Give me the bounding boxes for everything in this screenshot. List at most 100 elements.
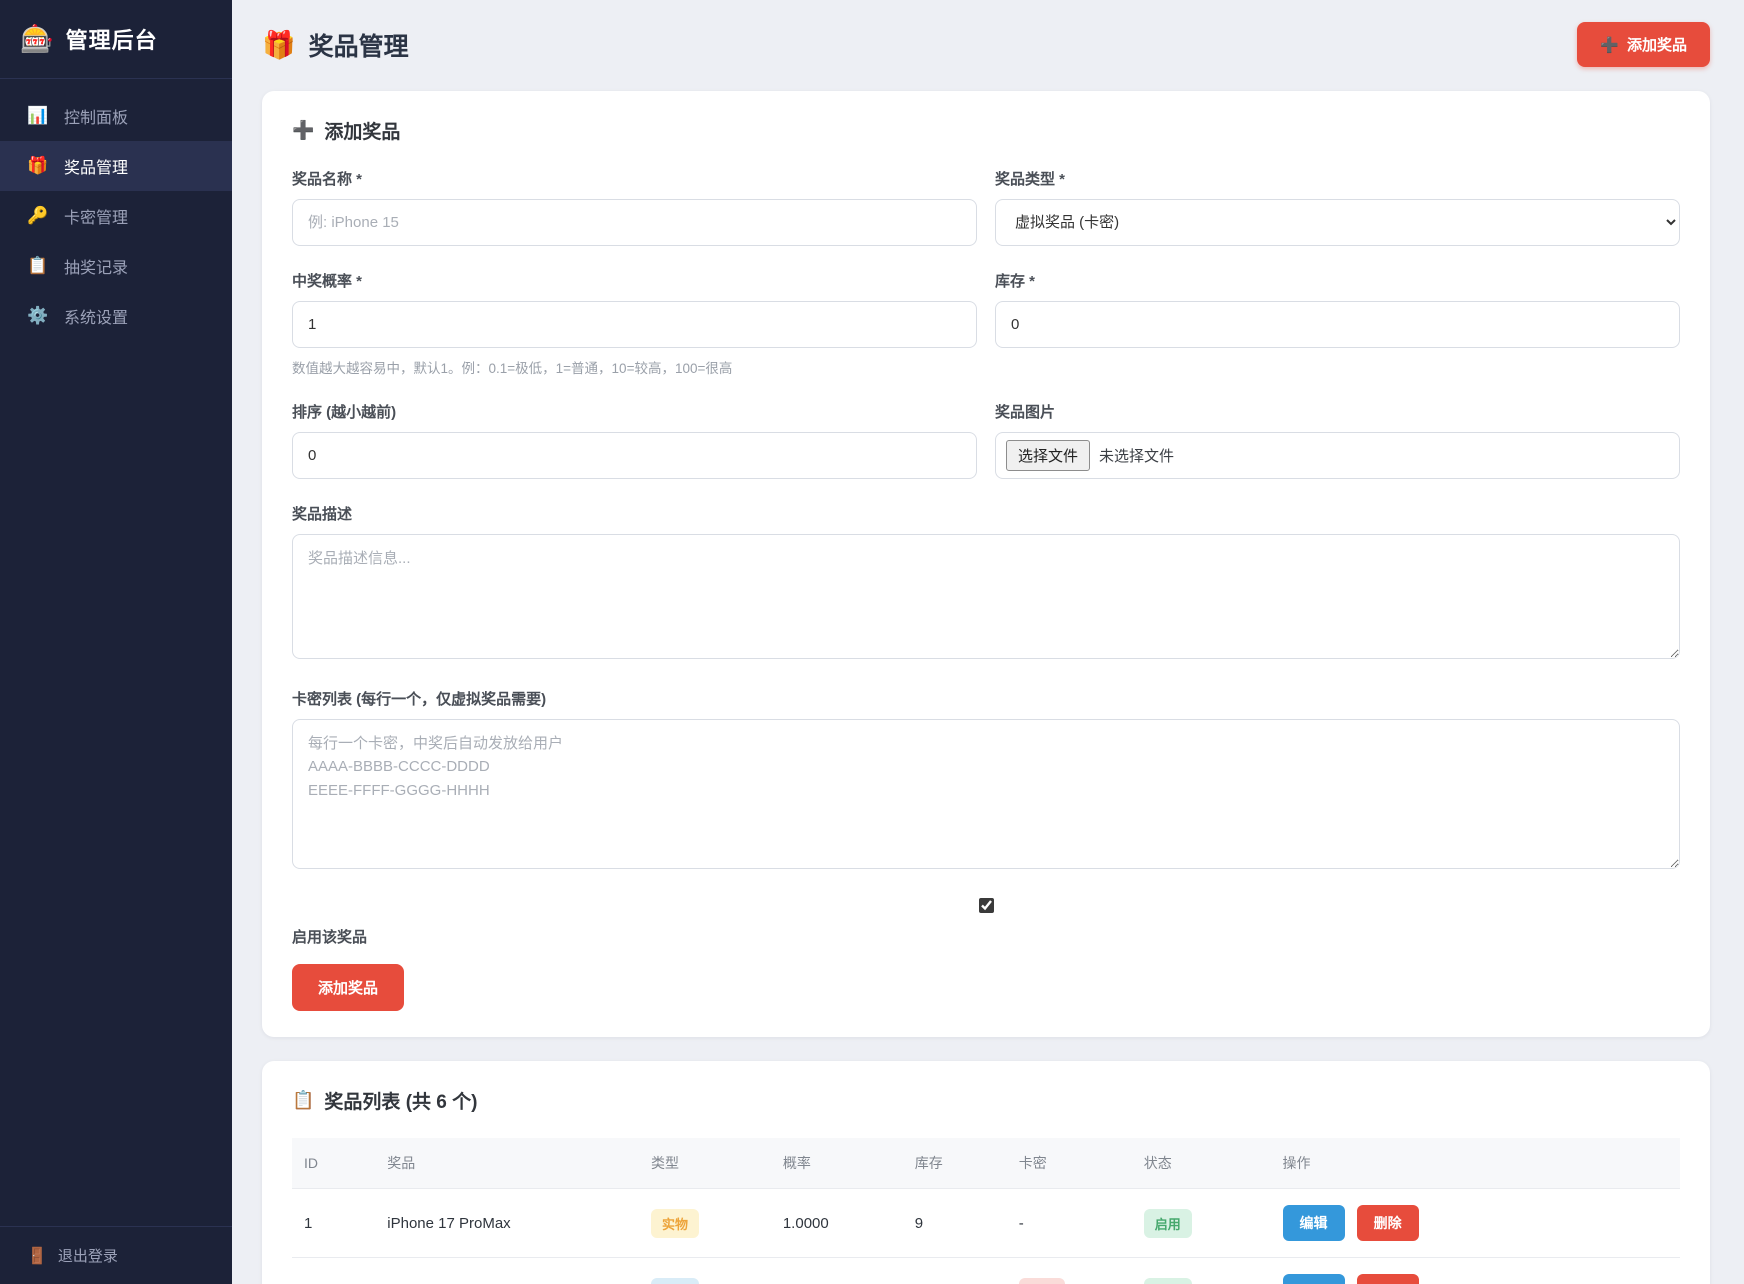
sidebar-item-settings[interactable]: ⚙️ 系统设置 (0, 291, 232, 341)
status-badge: 启用 (1144, 1209, 1192, 1238)
sidebar-item-records[interactable]: 📋 抽奖记录 (0, 241, 232, 291)
card-list-label: 卡密列表 (每行一个，仅虚拟奖品需要) (292, 688, 1680, 709)
plus-icon: ➕ (1600, 36, 1619, 54)
table-card-title-text: 奖品列表 (共 6 个) (324, 1087, 477, 1114)
page-title: 🎁 奖品管理 (262, 27, 409, 63)
form-grid: 奖品名称 * 奖品类型 * 虚拟奖品 (卡密) 中奖概率 * 数值越大越容易中，… (292, 168, 1680, 503)
cell-id: 1 (292, 1189, 375, 1258)
col-header-stock: 库存 (903, 1138, 1007, 1189)
enable-prize-label: 启用该奖品 (292, 926, 1680, 947)
choose-file-button[interactable]: 选择文件 (1006, 440, 1090, 471)
card-list-field: 卡密列表 (每行一个，仅虚拟奖品需要) (292, 688, 1680, 874)
gift-icon: 🎁 (262, 29, 296, 61)
bar-chart-icon: 📊 (27, 106, 49, 126)
prize-type-label: 奖品类型 * (995, 168, 1680, 189)
cell-prize-name: iPhone 17 ProMax (375, 1189, 639, 1258)
prize-image-field: 奖品图片 选择文件 未选择文件 (995, 401, 1680, 479)
add-prize-card: ➕ 添加奖品 奖品名称 * 奖品类型 * 虚拟奖品 (卡密) 中奖概率 * 数值… (262, 91, 1710, 1037)
col-header-actions: 操作 (1271, 1138, 1681, 1189)
add-prize-header-label: 添加奖品 (1627, 34, 1687, 55)
sort-label: 排序 (越小越前) (292, 401, 977, 422)
table-row: 2 美的电饭锅 虚拟 1.0000 10 0 个 启用 编辑 删除 (292, 1258, 1680, 1284)
sidebar-item-label: 奖品管理 (64, 154, 128, 178)
stock-input[interactable] (995, 301, 1680, 348)
cell-probability: 1.0000 (771, 1189, 903, 1258)
stock-label: 库存 * (995, 270, 1680, 291)
stock-field: 库存 * (995, 270, 1680, 377)
sidebar-item-label: 卡密管理 (64, 204, 128, 228)
enable-prize-checkbox[interactable] (979, 898, 994, 913)
add-prize-header-button[interactable]: ➕ 添加奖品 (1577, 22, 1710, 67)
sidebar-item-label: 系统设置 (64, 304, 128, 328)
col-header-id: ID (292, 1138, 375, 1189)
prize-name-field: 奖品名称 * (292, 168, 977, 246)
col-header-status: 状态 (1132, 1138, 1271, 1189)
no-file-text: 未选择文件 (1099, 445, 1174, 466)
enable-checkbox-row (292, 898, 1680, 918)
form-card-title-text: 添加奖品 (324, 117, 400, 144)
gear-icon: ⚙️ (27, 306, 49, 326)
plus-icon: ➕ (292, 120, 314, 141)
sidebar-item-label: 抽奖记录 (64, 254, 128, 278)
page-title-text: 奖品管理 (309, 27, 409, 63)
col-header-probability: 概率 (771, 1138, 903, 1189)
type-badge: 实物 (651, 1209, 699, 1238)
sidebar-item-cards[interactable]: 🔑 卡密管理 (0, 191, 232, 241)
sidebar-menu: 📊 控制面板 🎁 奖品管理 🔑 卡密管理 📋 抽奖记录 ⚙️ 系统设置 (0, 79, 232, 1226)
prize-name-label: 奖品名称 * (292, 168, 977, 189)
probability-label: 中奖概率 * (292, 270, 977, 291)
table-header-row: ID 奖品 类型 概率 库存 卡密 状态 操作 (292, 1138, 1680, 1189)
sort-field: 排序 (越小越前) (292, 401, 977, 479)
prize-list-card: 📋 奖品列表 (共 6 个) ID 奖品 类型 概率 库存 卡密 状态 操作 1 (262, 1061, 1710, 1284)
page-header: 🎁 奖品管理 ➕ 添加奖品 (262, 22, 1710, 67)
door-icon: 🚪 (27, 1246, 47, 1266)
prize-name-input[interactable] (292, 199, 977, 246)
edit-button[interactable]: 编辑 (1283, 1205, 1345, 1241)
slot-machine-icon: 🎰 (20, 26, 54, 53)
sort-input[interactable] (292, 432, 977, 479)
logout-button[interactable]: 🚪 退出登录 (0, 1226, 232, 1284)
sidebar-item-label: 控制面板 (64, 104, 128, 128)
prize-type-field: 奖品类型 * 虚拟奖品 (卡密) (995, 168, 1680, 246)
prize-image-label: 奖品图片 (995, 401, 1680, 422)
prize-type-select[interactable]: 虚拟奖品 (卡密) (995, 199, 1680, 246)
prize-table: ID 奖品 类型 概率 库存 卡密 状态 操作 1 iPhone 17 ProM… (292, 1138, 1680, 1284)
table-card-title: 📋 奖品列表 (共 6 个) (292, 1087, 1680, 1114)
col-header-cards: 卡密 (1007, 1138, 1132, 1189)
app-logo: 🎰 管理后台 (0, 0, 232, 79)
cell-id: 2 (292, 1258, 375, 1284)
key-icon: 🔑 (27, 206, 49, 226)
form-card-title: ➕ 添加奖品 (292, 117, 1680, 144)
status-badge: 启用 (1144, 1278, 1192, 1284)
logout-label: 退出登录 (58, 1245, 118, 1266)
edit-button[interactable]: 编辑 (1283, 1274, 1345, 1284)
gift-icon: 🎁 (27, 156, 49, 176)
type-badge: 虚拟 (651, 1278, 699, 1284)
sidebar-item-dashboard[interactable]: 📊 控制面板 (0, 91, 232, 141)
table-row: 1 iPhone 17 ProMax 实物 1.0000 9 - 启用 编辑 删… (292, 1189, 1680, 1258)
cell-cards: - (1007, 1189, 1132, 1258)
sidebar-item-prizes[interactable]: 🎁 奖品管理 (0, 141, 232, 191)
col-header-type: 类型 (639, 1138, 771, 1189)
card-list-textarea[interactable] (292, 719, 1680, 869)
probability-help-text: 数值越大越容易中，默认1。例：0.1=极低，1=普通，10=较高，100=很高 (292, 357, 977, 377)
prize-image-file-input[interactable]: 选择文件 未选择文件 (995, 432, 1680, 479)
cards-count-badge: 0 个 (1019, 1278, 1065, 1284)
delete-button[interactable]: 删除 (1357, 1205, 1419, 1241)
main-content: 🎁 奖品管理 ➕ 添加奖品 ➕ 添加奖品 奖品名称 * 奖品类型 * 虚拟奖品 … (232, 0, 1744, 1284)
sidebar: 🎰 管理后台 📊 控制面板 🎁 奖品管理 🔑 卡密管理 📋 抽奖记录 ⚙️ 系统… (0, 0, 232, 1284)
col-header-prize: 奖品 (375, 1138, 639, 1189)
description-field: 奖品描述 (292, 503, 1680, 664)
probability-field: 中奖概率 * 数值越大越容易中，默认1。例：0.1=极低，1=普通，10=较高，… (292, 270, 977, 377)
cell-prize-name: 美的电饭锅 (375, 1258, 639, 1284)
description-textarea[interactable] (292, 534, 1680, 659)
cell-stock: 9 (903, 1189, 1007, 1258)
clipboard-icon: 📋 (292, 1090, 314, 1111)
app-title: 管理后台 (66, 23, 158, 55)
delete-button[interactable]: 删除 (1357, 1274, 1419, 1284)
cell-probability: 1.0000 (771, 1258, 903, 1284)
probability-input[interactable] (292, 301, 977, 348)
description-label: 奖品描述 (292, 503, 1680, 524)
clipboard-icon: 📋 (27, 256, 49, 276)
submit-add-prize-button[interactable]: 添加奖品 (292, 964, 404, 1011)
